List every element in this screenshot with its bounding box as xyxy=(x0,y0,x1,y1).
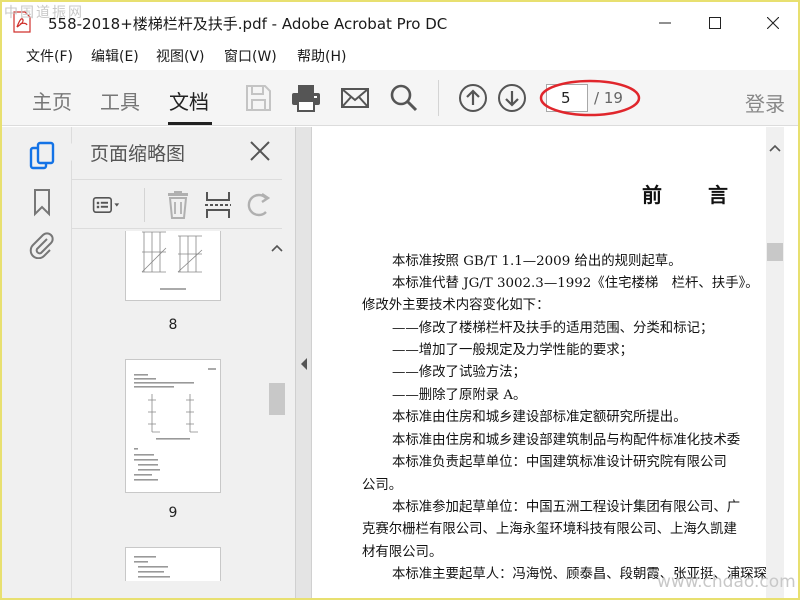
close-icon xyxy=(767,17,779,29)
panel-title: 页面缩略图 xyxy=(90,143,186,165)
page-thumbnail[interactable] xyxy=(125,359,221,493)
print-icon[interactable] xyxy=(290,82,322,114)
document-line: 本标准按照 GB/T 1.1—2009 给出的规则起草。 xyxy=(392,254,682,269)
menu-view[interactable]: 视图(V) xyxy=(156,46,205,66)
attachment-icon[interactable] xyxy=(28,229,56,259)
document-line: 材有限公司。 xyxy=(362,545,443,560)
document-line: 公司。 xyxy=(362,478,403,493)
tab-tools[interactable]: 工具 xyxy=(100,86,140,115)
highlight-ellipse xyxy=(539,79,641,117)
panel-collapse-handle[interactable] xyxy=(296,127,312,598)
bookmark-icon[interactable] xyxy=(28,187,56,217)
page-thumbnail[interactable] xyxy=(125,547,221,581)
document-line: ——删除了原附录 A。 xyxy=(392,388,527,403)
menu-file[interactable]: 文件(F) xyxy=(26,46,73,66)
watermark-bottom-right: www.chdao.com xyxy=(657,572,796,592)
page-thumbnails-panel: 页面缩略图 8 9 xyxy=(72,127,296,598)
thumbnail-preview xyxy=(134,556,170,578)
document-heading: 前言 xyxy=(642,183,774,207)
minimize-icon xyxy=(659,22,671,24)
close-icon[interactable] xyxy=(248,139,272,163)
tab-home[interactable]: 主页 xyxy=(32,86,72,115)
scrollbar-track xyxy=(767,144,783,261)
page-down-icon[interactable] xyxy=(496,82,528,114)
document-page: 前言 本标准按照 GB/T 1.1—2009 给出的规则起草。 本标准代替 JG… xyxy=(312,127,767,598)
extract-page-icon[interactable] xyxy=(202,190,234,220)
email-icon[interactable] xyxy=(339,82,371,114)
minimize-button[interactable] xyxy=(642,8,688,38)
panel-toolbar xyxy=(72,179,282,229)
page-thumbnail[interactable] xyxy=(125,231,221,301)
document-view: 前言 本标准按照 GB/T 1.1—2009 给出的规则起草。 本标准代替 JG… xyxy=(312,127,798,598)
active-tab-indicator xyxy=(168,122,212,125)
document-line: 克赛尔栅栏有限公司、上海永玺环境科技有限公司、上海久凯建 xyxy=(362,522,737,537)
menu-bar: 文件(F) 编辑(E) 视图(V) 窗口(W) 帮助(H) xyxy=(2,42,798,70)
thumbnail-list: 8 9 xyxy=(72,231,284,581)
menu-edit[interactable]: 编辑(E) xyxy=(91,46,139,66)
document-line: 本标准由住房和城乡建设部标准定额研究所提出。 xyxy=(392,410,687,425)
document-line: 本标准负责起草单位：中国建筑标准设计研究院有限公司 xyxy=(392,455,727,470)
document-line: 本标准由住房和城乡建设部建筑制品与构配件标准化技术委 xyxy=(392,433,741,448)
document-line: ——修改了楼梯栏杆及扶手的适用范围、分类和标记； xyxy=(392,321,714,336)
tab-document[interactable]: 文档 xyxy=(169,86,209,115)
acrobat-window: 中国道振网 558-2018+楼梯栏杆及扶手.pdf - Adobe Acrob… xyxy=(0,0,800,600)
login-button[interactable]: 登录 xyxy=(745,88,785,117)
menu-help[interactable]: 帮助(H) xyxy=(297,46,346,66)
search-icon[interactable] xyxy=(388,82,420,114)
page-up-icon[interactable] xyxy=(457,82,489,114)
document-line: 本标准代替 JG/T 3002.3—1992《住宅楼梯 栏杆、扶手》。 xyxy=(392,276,759,291)
thumbnail-scrollbar[interactable] xyxy=(268,241,286,579)
thumbnail-page-label: 8 xyxy=(168,317,178,333)
panel-pointer xyxy=(63,142,73,162)
thumbnail-preview xyxy=(134,368,216,481)
thumbnail-preview xyxy=(141,231,203,290)
delete-page-icon[interactable] xyxy=(162,190,194,220)
menu-window[interactable]: 窗口(W) xyxy=(224,46,277,66)
save-icon[interactable] xyxy=(242,82,274,114)
document-line: 本标准参加起草单位：中国五洲工程设计集团有限公司、广 xyxy=(392,500,741,515)
document-scrollbar[interactable] xyxy=(766,127,784,598)
rotate-page-icon[interactable] xyxy=(242,190,274,220)
options-menu-icon[interactable] xyxy=(92,190,124,220)
toolbar-separator xyxy=(438,80,439,116)
collapse-arrow-icon xyxy=(301,358,307,370)
page-thumbnails-icon[interactable] xyxy=(28,141,56,171)
main-toolbar: 主页 工具 文档 5 / 19 登录 xyxy=(2,70,798,126)
window-title: 558-2018+楼梯栏杆及扶手.pdf - Adobe Acrobat Pro… xyxy=(48,15,448,33)
document-line: 修改外主要技术内容变化如下： xyxy=(362,298,550,313)
title-bar: 中国道振网 558-2018+楼梯栏杆及扶手.pdf - Adobe Acrob… xyxy=(2,2,798,42)
maximize-button[interactable] xyxy=(692,8,738,38)
document-line: ——增加了一般规定及力学性能的要求； xyxy=(392,343,634,358)
close-window-button[interactable] xyxy=(750,8,796,38)
document-line: ——修改了试验方法； xyxy=(392,365,526,380)
left-navigation-rail xyxy=(2,127,72,598)
maximize-icon xyxy=(709,17,721,29)
thumbnail-page-label: 9 xyxy=(168,505,178,521)
panel-toolbar-separator xyxy=(144,188,145,222)
